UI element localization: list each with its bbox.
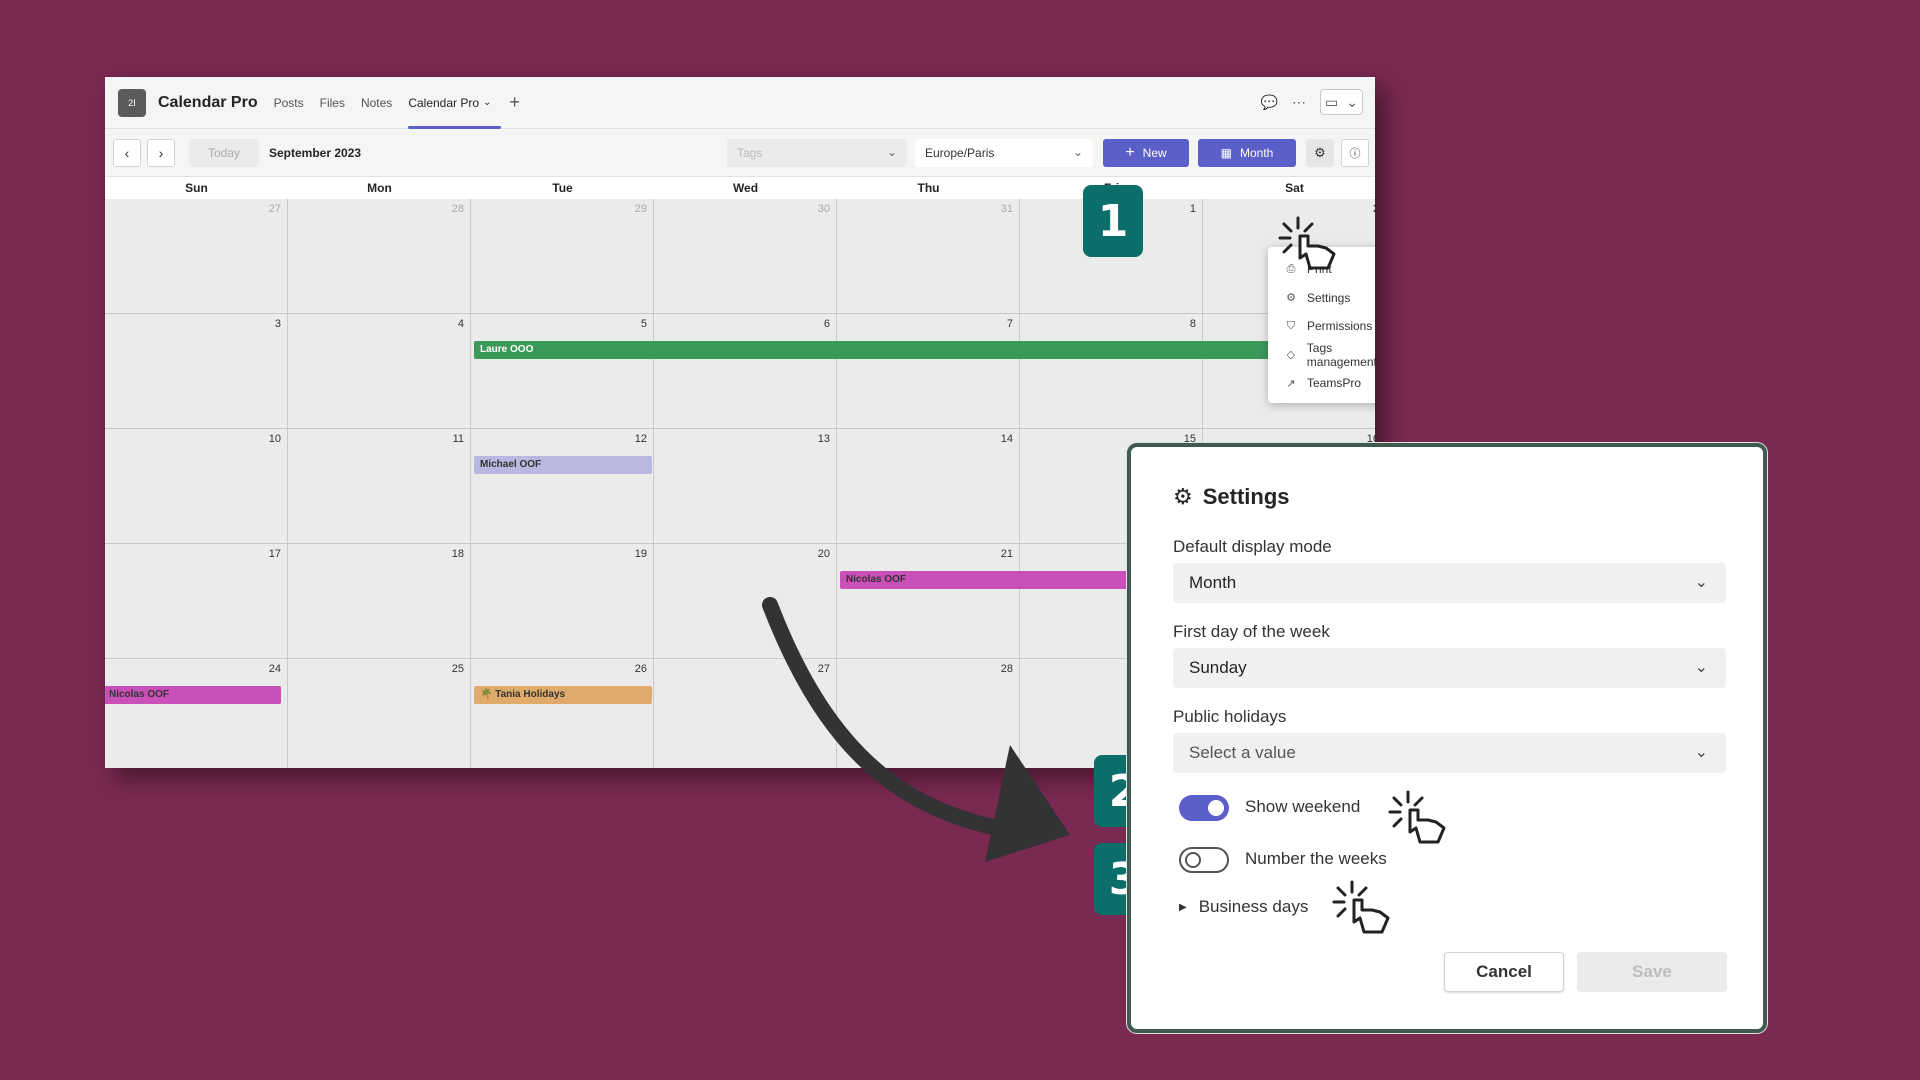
first-day-select[interactable]: Sunday ⌄ bbox=[1173, 648, 1726, 688]
display-mode-value: Month bbox=[1189, 573, 1237, 592]
chevron-down-icon: ⌄ bbox=[1694, 744, 1708, 761]
click-cursor-icon bbox=[1278, 216, 1336, 270]
click-cursor-icon bbox=[1332, 880, 1390, 934]
toggle-knob bbox=[1208, 800, 1224, 816]
step-badge-1: 1 bbox=[1083, 185, 1143, 257]
chevron-down-icon: ⌄ bbox=[1694, 659, 1708, 676]
save-button[interactable]: Save bbox=[1577, 952, 1727, 992]
first-day-value: Sunday bbox=[1189, 658, 1247, 677]
public-holidays-select[interactable]: Select a value ⌄ bbox=[1173, 733, 1726, 773]
number-weeks-label: Number the weeks bbox=[1245, 849, 1387, 868]
show-weekend-label: Show weekend bbox=[1245, 797, 1361, 816]
display-mode-select[interactable]: Month ⌄ bbox=[1173, 563, 1726, 603]
chevron-down-icon: ⌄ bbox=[1694, 574, 1708, 591]
settings-dialog: ⚙ Settings Default display mode Month ⌄ … bbox=[1127, 443, 1767, 1033]
public-holidays-placeholder: Select a value bbox=[1189, 743, 1296, 762]
caret-right-icon: ▶ bbox=[1179, 901, 1187, 913]
show-weekend-toggle[interactable] bbox=[1179, 795, 1229, 821]
business-days-label: Business days bbox=[1198, 897, 1309, 916]
click-cursor-icon bbox=[1388, 790, 1446, 844]
cancel-button[interactable]: Cancel bbox=[1444, 952, 1564, 992]
settings-title-text: Settings bbox=[1202, 484, 1290, 509]
display-mode-label: Default display mode bbox=[1173, 537, 1332, 556]
settings-title: ⚙ Settings bbox=[1173, 484, 1290, 510]
toggle-knob bbox=[1185, 852, 1201, 868]
business-days-expander[interactable]: ▶ Business days bbox=[1179, 897, 1308, 917]
gear-icon: ⚙ bbox=[1173, 484, 1193, 509]
first-day-label: First day of the week bbox=[1173, 622, 1330, 641]
public-holidays-label: Public holidays bbox=[1173, 707, 1287, 726]
number-weeks-toggle[interactable] bbox=[1179, 847, 1229, 873]
